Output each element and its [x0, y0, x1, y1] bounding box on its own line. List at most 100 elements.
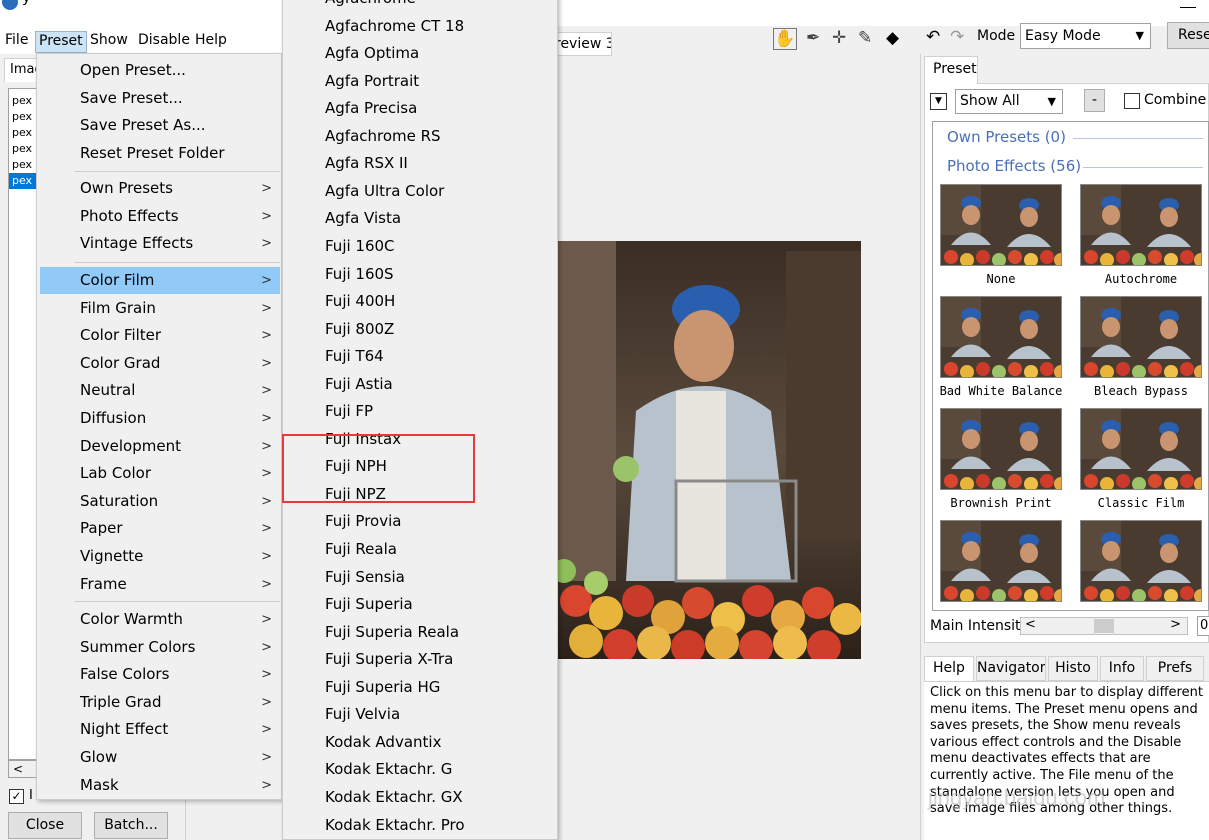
batch-button[interactable]: Batch...	[94, 812, 168, 839]
film-item-fuji-fp[interactable]: Fuji FP	[325, 402, 373, 420]
undo-icon[interactable]: ↶	[926, 27, 940, 47]
film-item-agfachrome-ct-18[interactable]: Agfachrome CT 18	[325, 17, 464, 35]
minus-button[interactable]: -	[1084, 89, 1105, 112]
menu-disable[interactable]: Disable	[135, 31, 193, 53]
film-item-agfa-portrait[interactable]: Agfa Portrait	[325, 72, 419, 90]
list-item[interactable]: pex	[9, 93, 37, 109]
film-item-agfa-precisa[interactable]: Agfa Precisa	[325, 99, 417, 117]
film-item-fuji-reala[interactable]: Fuji Reala	[325, 540, 397, 558]
film-item-kodak-advantix[interactable]: Kodak Advantix	[325, 733, 441, 751]
tab-prefs[interactable]: Prefs	[1146, 656, 1204, 681]
film-item-fuji-superia-x-tra[interactable]: Fuji Superia X-Tra	[325, 650, 453, 668]
brush-icon[interactable]: ✎	[858, 28, 872, 48]
film-item-agfachrome-rs[interactable]: Agfachrome RS	[325, 127, 441, 145]
eyedropper-icon[interactable]: ✒	[806, 28, 820, 48]
menu-item-vignette[interactable]: Vignette >	[40, 543, 280, 570]
menu-item-false-colors[interactable]: False Colors >	[40, 661, 280, 688]
film-item-fuji-provia[interactable]: Fuji Provia	[325, 512, 401, 530]
file-list[interactable]: pex pex pex pex pex pex	[8, 88, 38, 760]
menu-item-night-effect[interactable]: Night Effect >	[40, 716, 280, 743]
film-item-agfa-vista[interactable]: Agfa Vista	[325, 209, 401, 227]
menu-item-vintage-effects[interactable]: Vintage Effects >	[40, 230, 280, 257]
film-item-fuji-velvia[interactable]: Fuji Velvia	[325, 705, 400, 723]
menu-show[interactable]: Show	[87, 31, 131, 53]
menu-item-color-filter[interactable]: Color Filter >	[40, 322, 280, 349]
menu-item-summer-colors[interactable]: Summer Colors >	[40, 634, 280, 661]
preset-thumbnail[interactable]	[1080, 184, 1202, 266]
menu-help[interactable]: Help	[192, 31, 230, 53]
tab-preview[interactable]: review 3	[554, 32, 612, 56]
menu-item-triple-grad[interactable]: Triple Grad >	[40, 689, 280, 716]
menu-file[interactable]: File	[2, 31, 31, 53]
tab-info[interactable]: Info	[1100, 656, 1144, 681]
film-item-agfachrome[interactable]: Agfachrome	[325, 0, 416, 7]
list-item[interactable]: pex	[9, 109, 37, 125]
crosshair-icon[interactable]: ✛	[832, 28, 846, 48]
combine-checkbox[interactable]	[1124, 93, 1140, 109]
film-item-fuji-160c[interactable]: Fuji 160C	[325, 237, 395, 255]
menu-item-film-grain[interactable]: Film Grain >	[40, 295, 280, 322]
film-item-kodak-ektachr-gx[interactable]: Kodak Ektachr. GX	[325, 788, 463, 806]
tab-images[interactable]: Imag	[4, 58, 38, 82]
film-item-fuji-superia-hg[interactable]: Fuji Superia HG	[325, 678, 440, 696]
menu-item-photo-effects[interactable]: Photo Effects >	[40, 203, 280, 230]
film-item-agfa-optima[interactable]: Agfa Optima	[325, 44, 419, 62]
photo-effects-header[interactable]: Photo Effects (56)	[947, 157, 1081, 175]
show-select[interactable]: Show All ▼	[955, 89, 1063, 114]
film-item-kodak-ektachr-pro[interactable]: Kodak Ektachr. Pro	[325, 816, 465, 834]
list-item-selected[interactable]: pex	[9, 173, 37, 189]
slider-thumb[interactable]	[1094, 619, 1114, 633]
menu-item-paper[interactable]: Paper >	[40, 515, 280, 542]
menu-item-lab-color[interactable]: Lab Color >	[40, 460, 280, 487]
film-item-fuji-400h[interactable]: Fuji 400H	[325, 292, 395, 310]
tab-help[interactable]: Help	[924, 656, 974, 681]
own-presets-header[interactable]: Own Presets (0)	[947, 128, 1066, 146]
menu-item-frame[interactable]: Frame >	[40, 571, 280, 598]
mode-select[interactable]: Easy Mode ▼	[1020, 23, 1151, 49]
menu-item-save-preset-as[interactable]: Save Preset As...	[40, 112, 280, 139]
film-item-fuji-800z[interactable]: Fuji 800Z	[325, 320, 394, 338]
menu-item-color-warmth[interactable]: Color Warmth >	[40, 606, 280, 633]
slider-left-arrow[interactable]: <	[1025, 617, 1036, 632]
tab-histogram[interactable]: Histo	[1048, 656, 1098, 681]
film-item-fuji-sensia[interactable]: Fuji Sensia	[325, 568, 405, 586]
tab-preset[interactable]: Preset	[924, 56, 978, 84]
intensity-value-field[interactable]: 0	[1197, 616, 1209, 636]
close-button[interactable]: Close	[8, 812, 82, 839]
list-item[interactable]: pex	[9, 125, 37, 141]
menu-item-development[interactable]: Development >	[40, 433, 280, 460]
menu-item-diffusion[interactable]: Diffusion >	[40, 405, 280, 432]
menu-preset[interactable]: Preset	[35, 31, 87, 53]
film-item-agfa-rsx-ii[interactable]: Agfa RSX II	[325, 154, 408, 172]
film-item-fuji-astia[interactable]: Fuji Astia	[325, 375, 393, 393]
menu-item-reset-preset-folder[interactable]: Reset Preset Folder	[40, 140, 280, 167]
preset-thumbnail[interactable]	[1080, 296, 1202, 378]
preset-thumbnail[interactable]	[940, 408, 1062, 490]
split-view-icon[interactable]: ◆	[886, 28, 899, 48]
film-item-kodak-ektachr-g[interactable]: Kodak Ektachr. G	[325, 760, 452, 778]
tab-navigator[interactable]: Navigator	[976, 656, 1046, 681]
dropdown-arrow-button[interactable]: ▼	[930, 93, 947, 110]
menu-item-open-preset[interactable]: Open Preset...	[40, 57, 280, 84]
slider-right-arrow[interactable]: >	[1170, 617, 1181, 632]
preset-thumbnail[interactable]	[1080, 520, 1202, 602]
menu-item-color-grad[interactable]: Color Grad >	[40, 350, 280, 377]
menu-item-own-presets[interactable]: Own Presets >	[40, 175, 280, 202]
menu-item-save-preset[interactable]: Save Preset...	[40, 85, 280, 112]
list-item[interactable]: pex	[9, 141, 37, 157]
list-item[interactable]: pex	[9, 157, 37, 173]
menu-item-color-film[interactable]: Color Film >	[40, 267, 280, 294]
film-item-fuji-t64[interactable]: Fuji T64	[325, 347, 384, 365]
preset-thumbnail[interactable]	[940, 520, 1062, 602]
preset-thumbnail[interactable]	[940, 296, 1062, 378]
scroll-left-button[interactable]: <	[8, 760, 38, 778]
preset-thumbnail[interactable]	[940, 184, 1062, 266]
menu-item-mask[interactable]: Mask >	[40, 772, 280, 799]
reset-button[interactable]: Rese	[1167, 22, 1209, 49]
redo-icon[interactable]: ↷	[950, 27, 964, 47]
menu-item-glow[interactable]: Glow >	[40, 744, 280, 771]
left-checkbox[interactable]: ✓	[9, 789, 24, 804]
preview-photo[interactable]	[556, 241, 861, 659]
film-item-fuji-superia[interactable]: Fuji Superia	[325, 595, 413, 613]
menu-item-saturation[interactable]: Saturation >	[40, 488, 280, 515]
